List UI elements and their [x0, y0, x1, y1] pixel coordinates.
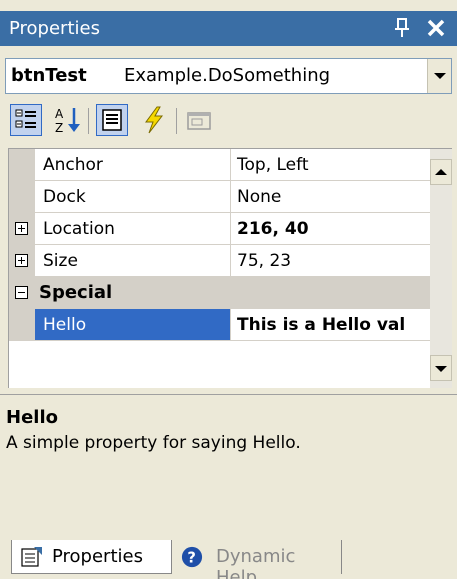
alphabetical-button[interactable]: A Z: [52, 104, 84, 136]
toolbar-separator: [88, 108, 89, 134]
property-name: Location: [35, 213, 231, 245]
property-grid: Anchor Top, Left Dock None Location 216,…: [8, 148, 430, 388]
object-type: Example.DoSomething: [124, 65, 331, 86]
tab-dynamic-help[interactable]: ? Dynamic Help: [172, 540, 342, 579]
events-button[interactable]: [138, 104, 170, 136]
vertical-scrollbar[interactable]: [430, 148, 452, 388]
row-gutter: [9, 181, 35, 213]
title-bar: Properties: [0, 11, 457, 46]
object-selector-dropdown-button[interactable]: [427, 59, 451, 93]
scroll-up-button[interactable]: [430, 159, 452, 185]
description-pane: Hello A simple property for saying Hello…: [0, 394, 457, 530]
property-row-hello[interactable]: Hello This is a Hello val: [9, 309, 430, 341]
toolbar: A Z: [0, 100, 457, 144]
property-value[interactable]: 75, 23: [231, 245, 430, 277]
object-name: btnTest: [11, 65, 87, 86]
categorized-button[interactable]: [10, 104, 42, 136]
close-icon[interactable]: [425, 15, 447, 39]
description-text: A simple property for saying Hello.: [6, 433, 301, 453]
alphabetical-icon: A Z: [55, 107, 80, 135]
property-pages-icon: [187, 112, 211, 130]
property-value[interactable]: None: [231, 181, 430, 213]
property-value[interactable]: Top, Left: [231, 149, 430, 181]
arrow-down-icon: [435, 366, 447, 372]
row-gutter: [9, 245, 35, 277]
property-row-size[interactable]: Size 75, 23: [9, 245, 430, 277]
arrow-up-icon: [435, 169, 447, 175]
tab-label: Properties: [52, 546, 143, 567]
pin-icon[interactable]: [393, 17, 411, 39]
categorized-icon: [15, 109, 36, 128]
window-title: Properties: [9, 18, 100, 39]
properties-tab-icon: [21, 547, 42, 567]
property-name: Size: [35, 245, 231, 277]
property-row-dock[interactable]: Dock None: [9, 181, 430, 213]
chevron-down-icon: [434, 73, 446, 79]
tab-properties[interactable]: Properties: [11, 540, 172, 574]
toolbar-separator: [176, 108, 177, 134]
row-gutter: [9, 309, 35, 341]
row-gutter: [9, 149, 35, 181]
events-icon: [145, 106, 164, 134]
help-icon: ?: [181, 546, 203, 568]
property-name: Hello: [35, 309, 231, 341]
properties-button[interactable]: [96, 104, 128, 136]
properties-icon: [102, 109, 122, 131]
svg-text:Z: Z: [55, 121, 63, 135]
property-value[interactable]: This is a Hello val: [231, 309, 430, 341]
property-name: Dock: [35, 181, 231, 213]
collapse-minus-icon[interactable]: [15, 286, 28, 299]
scroll-down-button[interactable]: [430, 355, 452, 381]
category-row-special[interactable]: Special: [9, 277, 430, 309]
property-row-location[interactable]: Location 216, 40: [9, 213, 430, 245]
description-title: Hello: [6, 407, 58, 428]
category-name: Special: [39, 282, 113, 303]
svg-text:?: ?: [187, 550, 196, 567]
object-selector[interactable]: btnTest Example.DoSomething: [5, 58, 452, 94]
expand-plus-icon[interactable]: [15, 254, 28, 267]
property-value[interactable]: 216, 40: [231, 213, 430, 245]
tab-label: Dynamic Help: [216, 546, 296, 579]
svg-text:A: A: [55, 107, 64, 121]
property-row-anchor[interactable]: Anchor Top, Left: [9, 149, 430, 181]
bottom-tabs: Properties ? Dynamic Help: [0, 540, 457, 579]
property-name: Anchor: [35, 149, 231, 181]
property-pages-button[interactable]: [184, 104, 216, 136]
expand-plus-icon[interactable]: [15, 222, 28, 235]
row-gutter: [9, 213, 35, 245]
